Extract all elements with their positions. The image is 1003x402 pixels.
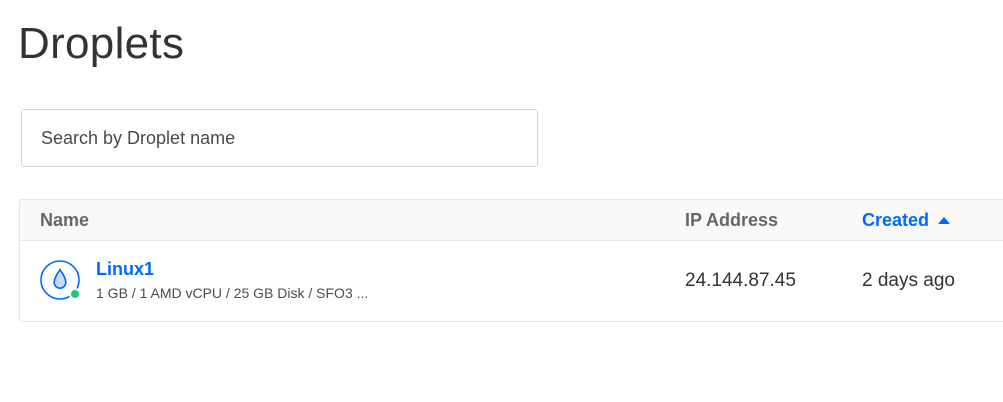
table-header: Name IP Address Created [20,200,1003,241]
column-header-ip-address[interactable]: IP Address [685,200,778,240]
status-online-dot [69,288,81,300]
droplet-created-time: 2 days ago [862,270,955,291]
droplets-table: Name IP Address Created Linux1 1 GB / 1 … [19,199,1003,322]
column-header-created[interactable]: Created [862,200,951,240]
table-row[interactable]: Linux1 1 GB / 1 AMD vCPU / 25 GB Disk / … [20,241,1003,321]
search-input[interactable] [39,126,537,150]
droplets-page: Droplets Name IP Address Created Linux1 … [0,0,1003,402]
search-box[interactable] [21,109,538,167]
column-header-name[interactable]: Name [40,200,89,240]
droplet-specs: 1 GB / 1 AMD vCPU / 25 GB Disk / SFO3 ..… [96,285,369,301]
caret-up-icon [938,216,951,224]
droplet-name-link[interactable]: Linux1 [96,258,154,280]
column-header-created-label: Created [862,210,930,230]
page-title: Droplets [18,19,185,68]
droplet-ip-address: 24.144.87.45 [685,270,796,291]
